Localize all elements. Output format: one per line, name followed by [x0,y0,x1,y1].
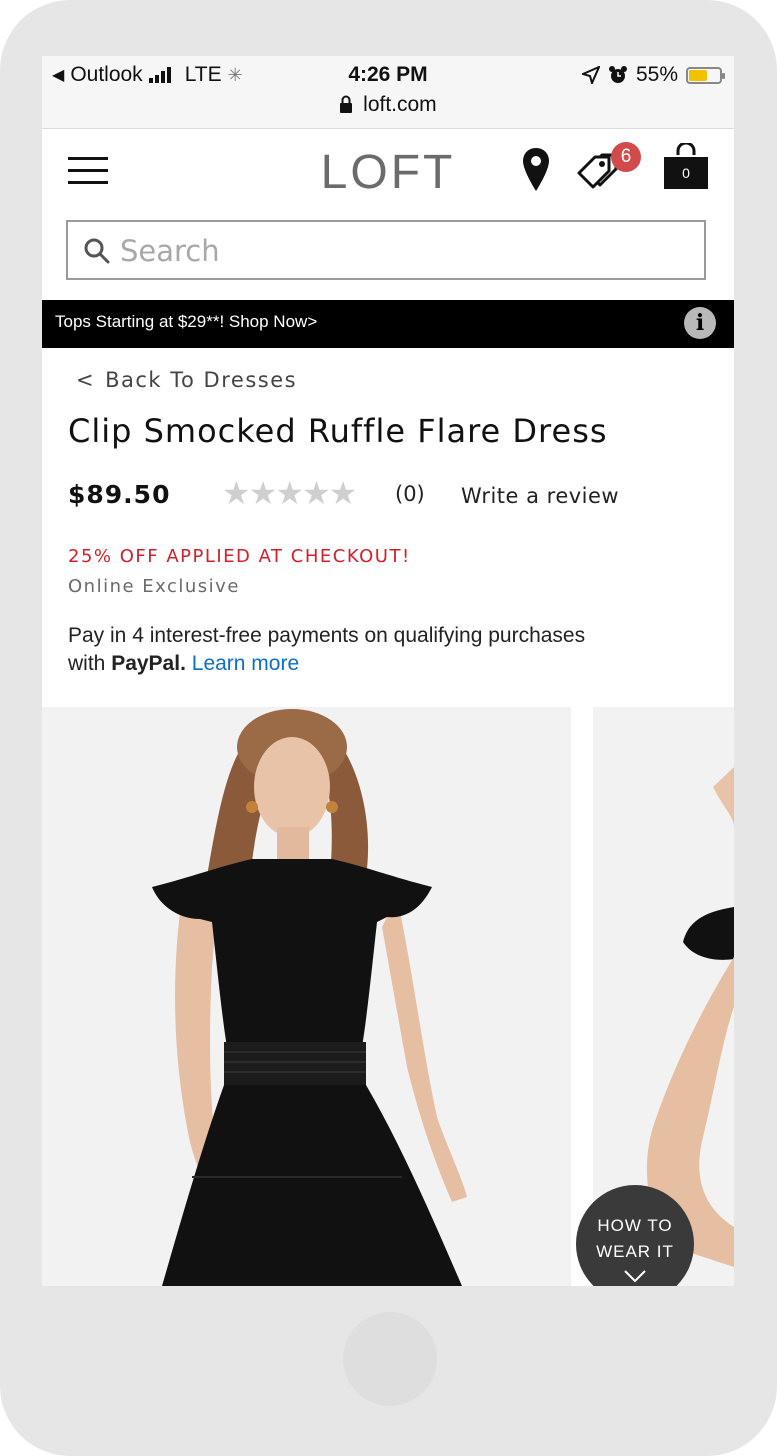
alarm-icon [608,66,627,83]
home-button[interactable] [343,1312,437,1406]
promo-text[interactable]: Tops Starting at $29**! Shop Now> [55,312,317,332]
back-link-label: Back To Dresses [105,368,298,392]
status-right: 55% [581,63,725,87]
battery-icon [686,66,725,84]
write-review-link[interactable]: Write a review [461,484,619,508]
status-bar: ◀ Outlook LTE ✳ 4:26 PM 55% loft.com [42,56,734,129]
rating-stars[interactable]: ★★★★★ [222,474,357,512]
how-to-wear-line2: WEAR IT [596,1242,674,1261]
phone-frame: ◀ Outlook LTE ✳ 4:26 PM 55% loft.com LOF… [0,0,777,1456]
search-input[interactable] [118,230,682,272]
browser-screen: ◀ Outlook LTE ✳ 4:26 PM 55% loft.com LOF… [42,56,734,1286]
search-box[interactable] [66,220,706,280]
chevron-down-icon [624,1270,646,1283]
paypal-learn-more-link[interactable]: Learn more [192,652,299,675]
paypal-line1: Pay in 4 interest-free payments on quali… [68,624,586,647]
location-arrow-icon [581,66,600,84]
chevron-left-icon: < [76,368,96,392]
online-exclusive-label: Online Exclusive [68,576,240,597]
url-bar[interactable]: loft.com [42,93,734,117]
battery-percent: 55% [635,63,678,86]
info-icon[interactable]: i [684,307,716,339]
search-icon [84,238,110,264]
paypal-prefix: with [68,652,112,675]
product-photo-main[interactable] [42,707,571,1286]
lock-icon [340,95,353,113]
bag-count: 0 [682,165,690,181]
how-to-wear-line1: HOW TO [597,1216,673,1235]
offers-badge: 6 [611,142,641,172]
url-text: loft.com [363,93,437,116]
discount-notice: 25% OFF APPLIED AT CHECKOUT! [68,546,411,567]
store-locator-pin-icon[interactable] [522,147,550,193]
paypal-message: Pay in 4 interest-free payments on quali… [68,622,668,678]
promo-banner[interactable]: Tops Starting at $29**! Shop Now> i [42,300,734,348]
product-title: Clip Smocked Ruffle Flare Dress [68,412,608,450]
back-to-dresses-link[interactable]: < Back To Dresses [76,368,297,392]
product-price: $89.50 [68,480,171,509]
paypal-brand: PayPal. [111,652,186,675]
model-in-dress-image [42,707,571,1286]
product-gallery[interactable]: HOW TO WEAR IT [42,707,734,1286]
site-header: LOFT 6 0 [42,129,734,219]
review-count: (0) [395,482,425,506]
